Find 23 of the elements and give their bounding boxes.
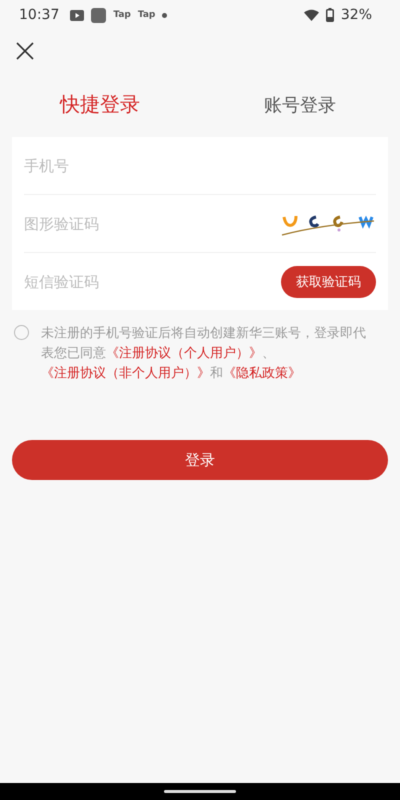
battery-icon xyxy=(326,8,334,22)
home-handle[interactable] xyxy=(164,790,236,793)
input-field[interactable]: 图形验证码 xyxy=(24,214,280,232)
dot-icon xyxy=(162,12,168,18)
agreement-link[interactable]: 《注册协议（个人用户）》 xyxy=(106,346,262,361)
battery-level: 32% xyxy=(340,7,372,23)
close-icon[interactable] xyxy=(16,42,34,60)
agreement-link[interactable]: 《隐私政策》 xyxy=(223,366,301,381)
play-icon xyxy=(70,10,84,20)
app-label: Tap xyxy=(113,10,131,20)
app-label: Tap xyxy=(138,10,156,20)
agreement-text: 未注册的手机号验证后将自动创建新华三账号，登录即代表您已同意《注册协议（个人用户）》、 《注册协议（非个人用户）》和《隐私政策》 xyxy=(41,325,367,383)
login-button[interactable]: 登录 xyxy=(12,440,388,480)
status-time: 10:37 xyxy=(19,7,60,23)
wifi-icon xyxy=(304,9,319,21)
agreement-radio[interactable] xyxy=(14,325,29,340)
app-icon xyxy=(91,8,106,22)
login-tab[interactable]: 账号登录 xyxy=(200,92,400,116)
login-tab[interactable]: 快捷登录 xyxy=(0,91,200,118)
input-field[interactable]: 手机号 xyxy=(24,156,376,174)
input-field[interactable]: 短信验证码 xyxy=(24,272,281,290)
get-code-button[interactable]: 获取验证码 xyxy=(281,266,376,298)
agreement-link[interactable]: 《注册协议（非个人用户）》 xyxy=(41,366,210,381)
